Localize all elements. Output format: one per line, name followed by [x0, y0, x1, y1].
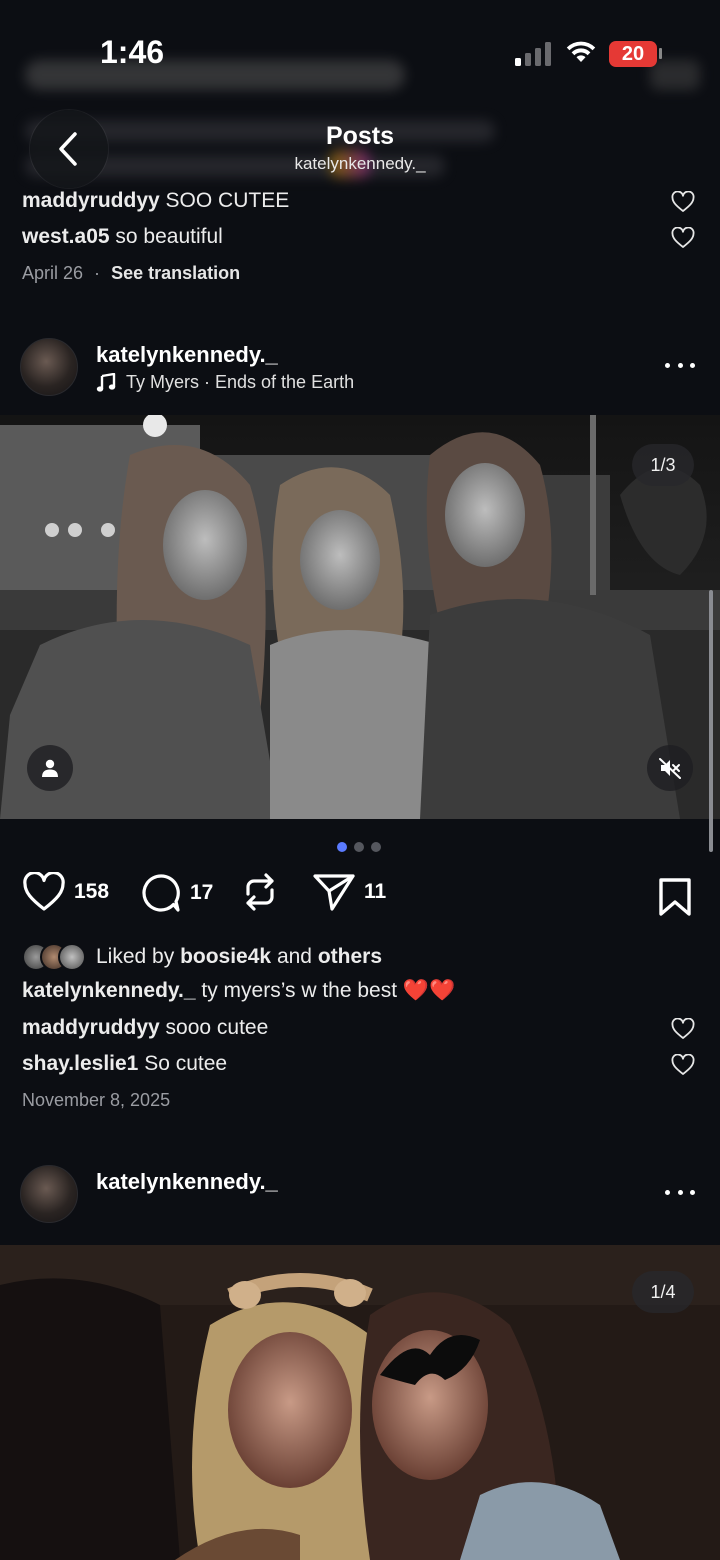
comment-like-icon[interactable] [671, 191, 695, 213]
dot-icon [677, 362, 683, 368]
comment-text: sooo cutee [165, 1016, 269, 1039]
music-label: Ty Myers · Ends of the Earth [126, 372, 355, 392]
photo-image [0, 1245, 720, 1560]
liked-by-user[interactable]: boosie4k [180, 945, 271, 968]
comment-text: So cutee [144, 1052, 228, 1075]
wifi-icon [566, 41, 596, 62]
see-translation-link[interactable]: See translation [111, 263, 240, 283]
avatar[interactable] [20, 338, 78, 396]
scroll-indicator[interactable] [709, 590, 713, 852]
liked-by-and: and [276, 945, 312, 968]
comment-bubble-icon [142, 874, 180, 912]
post-caption: katelynkennedy._ ty myers’s w the best ❤… [22, 979, 455, 1003]
send-icon [313, 874, 355, 911]
person-icon [42, 759, 58, 777]
dot-icon [690, 362, 695, 368]
caption-user[interactable]: katelynkennedy._ [22, 979, 196, 1002]
liked-by-prefix: Liked by [96, 945, 175, 968]
music-note-icon [96, 372, 116, 392]
comment: maddyruddyy SOO CUTEE [22, 189, 289, 213]
carousel-dot-active [337, 842, 347, 852]
bookmark-icon[interactable] [658, 877, 692, 917]
post-actions: 158 17 11 [0, 872, 720, 922]
page-title: Posts [325, 122, 395, 150]
carousel-dots [337, 842, 381, 852]
comment-user[interactable]: shay.leslie1 [22, 1052, 138, 1075]
comment-user[interactable]: maddyruddyy [22, 1016, 160, 1039]
share-count: 11 [364, 880, 387, 903]
battery-tip [659, 48, 662, 59]
page-subtitle[interactable]: katelynkennedy._ [0, 154, 720, 174]
repost-action[interactable] [242, 872, 278, 912]
post-music[interactable]: Ty Myers · Ends of the Earth [96, 372, 354, 393]
dot-icon [677, 1189, 683, 1195]
post-date: November 8, 2025 [22, 1090, 171, 1110]
comment-like-icon[interactable] [671, 1018, 695, 1040]
carousel-dot [371, 842, 381, 852]
comment-user[interactable]: maddyruddyy [22, 189, 160, 212]
mute-button[interactable] [647, 745, 693, 791]
status-bar: 1:46 20 [0, 0, 720, 100]
avatar[interactable] [20, 1165, 78, 1223]
post-date: April 26 [22, 263, 84, 283]
comment-action[interactable]: 17 [140, 872, 213, 914]
post-username[interactable]: katelynkennedy._ [96, 342, 278, 368]
post-photo[interactable]: 1/4 [0, 1245, 720, 1560]
comment-text: so beautiful [115, 225, 223, 248]
like-action[interactable]: 158 [22, 872, 109, 912]
dot-icon [665, 1189, 670, 1195]
caption-text: ty myers’s w the best ❤️❤️ [201, 979, 456, 1002]
comment: shay.leslie1 So cutee [22, 1052, 227, 1076]
cellular-signal-icon [515, 42, 551, 66]
status-time: 1:46 [100, 34, 165, 70]
comment-text: SOO CUTEE [165, 189, 290, 212]
photo-image [0, 415, 720, 819]
dot-icon [665, 362, 670, 368]
like-count: 158 [74, 880, 110, 903]
liked-by-text: Liked by boosie4k and others [96, 945, 382, 969]
photo-counter-badge: 1/4 [632, 1271, 694, 1313]
more-options-button[interactable] [660, 355, 700, 375]
liker-avatar [58, 943, 86, 971]
repost-icon [246, 873, 274, 911]
speaker-muted-icon [659, 758, 681, 779]
post-meta: April 26 · See translation [22, 263, 240, 284]
photo-counter-badge: 1/3 [632, 444, 694, 486]
tagged-people-button[interactable] [27, 745, 73, 791]
more-options-button[interactable] [660, 1182, 700, 1202]
dot-icon [690, 1189, 695, 1195]
comment-user[interactable]: west.a05 [22, 225, 110, 248]
comment-like-icon[interactable] [671, 227, 695, 249]
meta-separator: · [94, 263, 101, 283]
post-photo[interactable]: 1/3 [0, 415, 720, 819]
liked-by-others[interactable]: others [318, 945, 382, 968]
comment-count: 17 [190, 881, 214, 904]
nav-header: Posts katelynkennedy._ [0, 100, 720, 190]
battery-indicator: 20 [609, 41, 657, 67]
carousel-dot [354, 842, 364, 852]
comment: maddyruddyy sooo cutee [22, 1016, 268, 1040]
comment-like-icon[interactable] [671, 1054, 695, 1076]
comment: west.a05 so beautiful [22, 225, 223, 249]
share-action[interactable]: 11 [312, 872, 386, 912]
post-username[interactable]: katelynkennedy._ [96, 1169, 278, 1195]
heart-icon [23, 872, 65, 911]
liked-by-row[interactable]: Liked by boosie4k and others [22, 940, 382, 974]
